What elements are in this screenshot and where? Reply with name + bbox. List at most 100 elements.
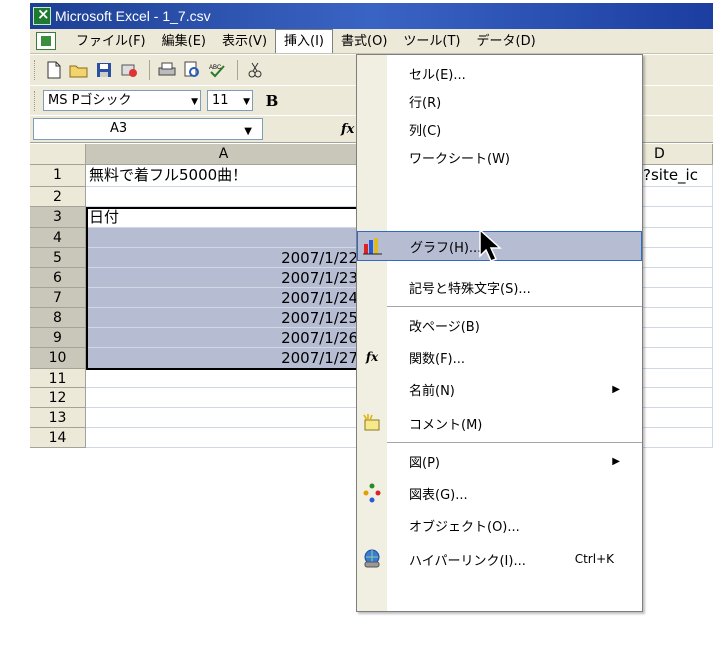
menu-item-hyperlink[interactable]: ハイパーリンク(I)... Ctrl+K — [357, 545, 642, 573]
row-header[interactable]: 3 — [30, 207, 86, 228]
row-header[interactable]: 6 — [30, 268, 86, 288]
cell-a1[interactable]: 無料で着フル5000曲！ — [86, 165, 362, 187]
cell-d12[interactable] — [642, 388, 713, 408]
menu-item-diagram[interactable]: 図表(G)... — [357, 479, 642, 507]
cell-d6[interactable] — [642, 268, 713, 288]
name-box-value: A3 — [110, 121, 128, 136]
menu-item-label: コメント(M) — [409, 417, 483, 433]
cell-d10[interactable] — [642, 348, 713, 369]
save-icon[interactable] — [93, 59, 115, 81]
chart-icon — [358, 232, 388, 260]
cell-d3[interactable] — [642, 207, 713, 228]
cell-d7[interactable] — [642, 288, 713, 308]
open-folder-icon[interactable] — [68, 59, 90, 81]
menu-divider — [387, 442, 642, 443]
row-header[interactable]: 10 — [30, 348, 86, 369]
cell-d14[interactable] — [642, 428, 713, 448]
select-all-corner[interactable] — [30, 144, 86, 165]
row-header[interactable]: 5 — [30, 248, 86, 268]
menu-file[interactable]: ファイル(F) — [68, 30, 154, 53]
row-header[interactable]: 4 — [30, 228, 86, 248]
row-header[interactable]: 1 — [30, 165, 86, 187]
menu-item-label: 図(P) — [409, 455, 440, 471]
row-header[interactable]: 12 — [30, 388, 86, 408]
excel-app-icon[interactable] — [33, 5, 51, 25]
menu-item-insert-function[interactable]: fx 関数(F)... — [357, 343, 642, 371]
menu-bar: ファイル(F) 編集(E) 表示(V) 挿入(I) 書式(O) ツール(T) デ… — [30, 29, 713, 54]
toolbar-grip[interactable] — [34, 60, 37, 80]
print-icon[interactable] — [156, 59, 178, 81]
cell-d1[interactable]: ?site_ic — [642, 165, 713, 187]
menu-item-shortcut: Ctrl+K — [574, 552, 614, 566]
row-header[interactable]: 9 — [30, 328, 86, 348]
row-header[interactable]: 8 — [30, 308, 86, 328]
cell-d4[interactable] — [642, 228, 713, 248]
excel-window: Microsoft Excel - 1_7.csv ファイル(F) 編集(E) … — [0, 0, 713, 647]
toolbar-separator — [237, 60, 238, 80]
spelling-icon[interactable]: ABC — [206, 59, 228, 81]
function-icon: fx — [365, 350, 379, 364]
cell-d11[interactable] — [642, 369, 713, 388]
menu-item-object[interactable]: オブジェクト(O)... — [357, 511, 642, 539]
cell-a12[interactable] — [86, 388, 362, 408]
menu-item-name[interactable]: 名前(N) ▶ — [357, 375, 642, 403]
menu-item-picture[interactable]: 図(P) ▶ — [357, 447, 642, 475]
menu-edit[interactable]: 編集(E) — [154, 30, 214, 53]
menu-item-label: 名前(N) — [409, 383, 455, 399]
menu-item-insert-columns[interactable]: 列(C) — [357, 115, 642, 143]
column-header-a[interactable]: A — [86, 144, 362, 165]
menu-item-label: ワークシート(W) — [409, 151, 510, 167]
row-header[interactable]: 13 — [30, 408, 86, 428]
row-header[interactable]: 14 — [30, 428, 86, 448]
diagram-icon — [357, 479, 387, 507]
menu-item-insert-rows[interactable]: 行(R) — [357, 87, 642, 115]
column-header-d[interactable]: D — [642, 144, 713, 165]
submenu-arrow-icon: ▶ — [612, 383, 620, 395]
cell-a13[interactable] — [86, 408, 362, 428]
menu-format[interactable]: 書式(O) — [333, 30, 395, 53]
font-size-select[interactable]: 11 ▼ — [207, 90, 253, 111]
row-header[interactable]: 2 — [30, 187, 86, 207]
menu-item-label: 行(R) — [409, 95, 442, 111]
workbook-icon[interactable] — [36, 32, 56, 50]
menu-item-label: 改ページ(B) — [409, 319, 480, 335]
insert-menu-dropdown: セル(E)... 行(R) 列(C) ワークシート(W) グラフ(H)... 記… — [356, 54, 643, 612]
cell-d2[interactable] — [642, 187, 713, 207]
menu-item-insert-worksheet[interactable]: ワークシート(W) — [357, 143, 642, 171]
insert-function-icon[interactable]: fx — [341, 122, 354, 137]
name-box[interactable]: A3 ▼ — [33, 118, 263, 140]
toolbar-separator — [149, 60, 150, 80]
menu-item-comment[interactable]: コメント(M) — [357, 409, 642, 437]
menu-item-label: グラフ(H)... — [410, 240, 482, 256]
new-file-icon[interactable] — [43, 59, 65, 81]
menu-data[interactable]: データ(D) — [469, 30, 544, 53]
selection-border — [86, 207, 364, 370]
cell-d5[interactable] — [642, 248, 713, 268]
cell-d8[interactable] — [642, 308, 713, 328]
menu-item-page-break[interactable]: 改ページ(B) — [357, 311, 642, 339]
cell-a14[interactable] — [86, 428, 362, 448]
chevron-down-icon[interactable]: ▼ — [244, 122, 252, 142]
menu-item-label: セル(E)... — [409, 67, 466, 83]
row-header[interactable]: 11 — [30, 369, 86, 388]
chevron-down-icon[interactable]: ▼ — [191, 93, 198, 112]
toolbar-grip[interactable] — [34, 90, 37, 111]
cut-icon[interactable] — [244, 59, 266, 81]
cell-a11[interactable] — [86, 369, 362, 388]
row-header[interactable]: 7 — [30, 288, 86, 308]
menu-item-insert-symbol[interactable]: 記号と特殊文字(S)... — [357, 273, 642, 301]
print-preview-icon[interactable] — [181, 59, 203, 81]
cell-d9[interactable] — [642, 328, 713, 348]
menu-item-label: 記号と特殊文字(S)... — [409, 281, 531, 297]
bold-button[interactable]: B — [261, 90, 283, 112]
font-name-select[interactable]: MS Pゴシック ▼ — [43, 90, 201, 111]
cell-a2[interactable] — [86, 187, 362, 207]
menu-tools[interactable]: ツール(T) — [395, 30, 468, 53]
hyperlink-icon — [357, 545, 387, 573]
menu-item-insert-cells[interactable]: セル(E)... — [357, 59, 642, 87]
menu-insert[interactable]: 挿入(I) — [275, 29, 334, 53]
chevron-down-icon[interactable]: ▼ — [243, 93, 250, 112]
menu-view[interactable]: 表示(V) — [214, 30, 275, 53]
cell-d13[interactable] — [642, 408, 713, 428]
permission-icon[interactable] — [118, 59, 140, 81]
